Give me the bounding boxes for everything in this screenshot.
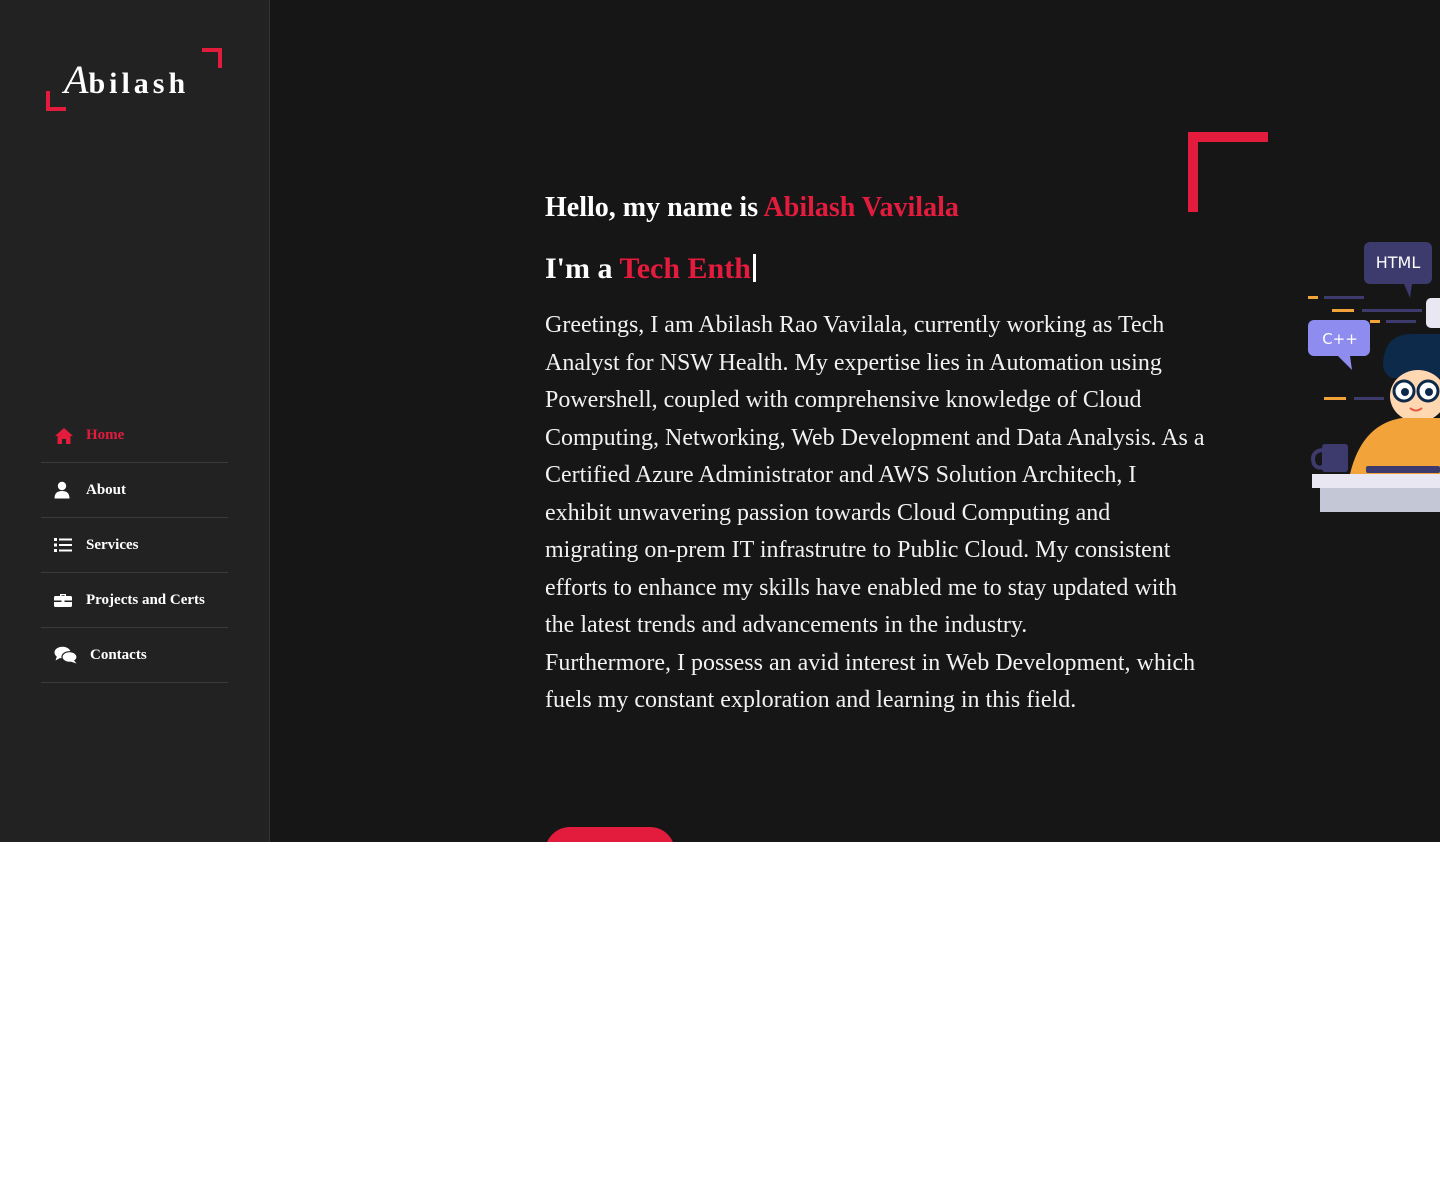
sidebar-item-contacts[interactable]: Contacts [41, 628, 228, 683]
sidebar-item-label: Contacts [90, 646, 147, 663]
role-prefix: I'm a [545, 252, 620, 285]
sidebar-item-services[interactable]: Services [41, 518, 228, 573]
developer-illustration-svg: HTML C++ [1308, 242, 1440, 512]
hero-greeting: Hello, my name is Abilash Vavilala [545, 192, 959, 224]
bio-paragraph: Greetings, I am Abilash Rao Vavilala, cu… [545, 312, 1205, 638]
site-logo[interactable]: Abilash [46, 48, 222, 111]
hero-corner-decoration [1188, 132, 1268, 212]
logo-rest: bilash [88, 67, 190, 100]
sidebar-item-label: Projects and Certs [86, 591, 205, 608]
sidebar: Abilash Home About Services Projects and… [0, 0, 270, 842]
sidebar-item-about[interactable]: About [41, 463, 228, 518]
list-icon [54, 536, 76, 554]
logo-initial: A [64, 57, 89, 102]
logo-corner-bottom-left [46, 91, 66, 111]
home-icon [54, 427, 76, 445]
sidebar-item-projects[interactable]: Projects and Certs [41, 573, 228, 628]
sidebar-item-label: Services [86, 536, 139, 553]
bubble-html-text: HTML [1376, 253, 1421, 272]
hero-name: Abilash Vavilala [763, 192, 959, 223]
bubble-cpp-text: C++ [1322, 330, 1358, 348]
sidebar-item-label: About [86, 481, 127, 498]
briefcase-icon [54, 591, 76, 609]
sidebar-item-home[interactable]: Home [41, 409, 228, 463]
hero-cta-button[interactable] [545, 827, 675, 842]
bio-paragraph: Furthermore, I possess an avid interest … [545, 649, 1196, 714]
user-icon [54, 481, 76, 499]
page-root: Abilash Home About Services Projects and… [0, 0, 1440, 842]
role-typed-text: Tech Enth [619, 252, 751, 285]
sidebar-nav: Home About Services Projects and Certs C… [41, 409, 228, 683]
developer-illustration: HTML C++ [1300, 238, 1440, 518]
sidebar-item-label: Home [86, 427, 125, 443]
logo-corner-top-right [202, 48, 222, 68]
greeting-prefix: Hello, my name is [545, 192, 764, 223]
hero-role: I'm a Tech Enth [545, 252, 756, 286]
typing-cursor [752, 254, 756, 282]
hero-bio: Greetings, I am Abilash Rao Vavilala, cu… [545, 307, 1205, 720]
comments-icon [54, 646, 80, 664]
logo-text: Abilash [64, 56, 189, 103]
